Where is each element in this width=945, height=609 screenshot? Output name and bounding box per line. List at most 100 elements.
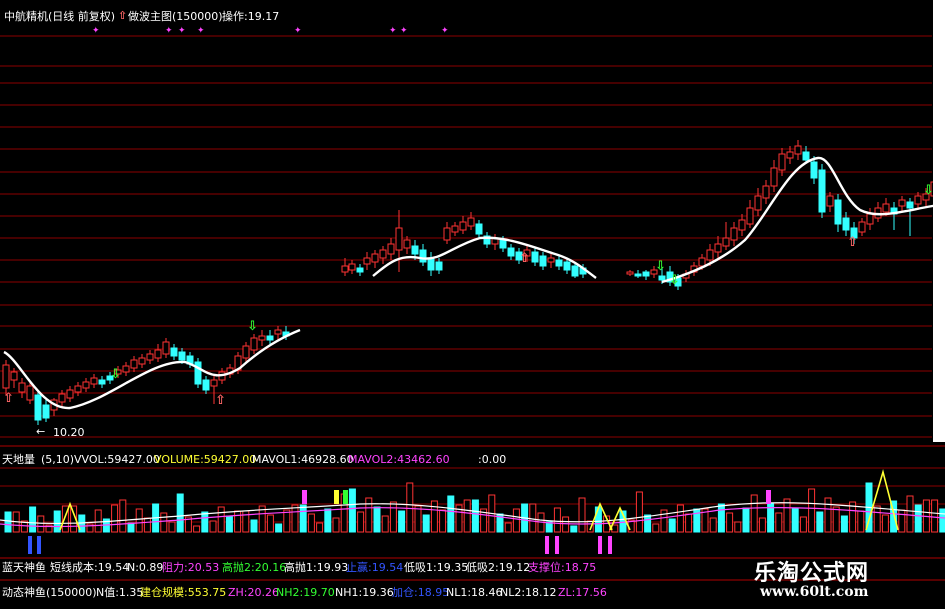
candle-body — [34, 394, 42, 421]
volume-bar — [553, 507, 561, 533]
candle-body — [810, 161, 818, 179]
candle-body — [834, 199, 842, 225]
volume-bar — [529, 503, 537, 533]
candle-body — [154, 349, 162, 359]
highlight-bar — [766, 490, 771, 504]
signal-pillar — [598, 536, 602, 554]
candle-body — [363, 257, 371, 265]
volume-bar — [578, 497, 586, 533]
volume-bar — [316, 522, 324, 533]
stats-row1-name[interactable]: 蓝天神鱼 — [2, 561, 46, 574]
volume-bar — [201, 511, 209, 533]
highlight-bar — [343, 490, 348, 504]
signal-pillar — [28, 536, 32, 554]
sell-arrow-icon: ⇩ — [655, 259, 666, 274]
candle-body — [42, 404, 50, 419]
volume-bar — [381, 515, 389, 533]
candle-body — [547, 257, 555, 263]
candle-body — [794, 145, 802, 155]
candle-body — [722, 237, 730, 247]
candle-body — [459, 221, 467, 231]
signal-pillar — [555, 536, 559, 554]
volume-bar — [111, 504, 119, 533]
candle-body — [507, 247, 515, 257]
indicator-name[interactable]: 做波主图(150000) — [128, 10, 223, 23]
low-buy-2: 低吸2:19.12 — [466, 561, 531, 574]
volume-bar — [783, 498, 791, 533]
volume-panel-name[interactable]: 天地量 — [2, 453, 35, 466]
volume-bar — [283, 509, 291, 533]
mavol2-value: MAVOL2:43462.60 — [348, 453, 450, 466]
candle-body — [403, 239, 411, 249]
buy-arrow-icon: ⇧ — [519, 251, 530, 266]
volume-bar — [685, 513, 693, 533]
candle-body — [194, 361, 202, 385]
volume-bar — [193, 525, 201, 533]
candle-body — [395, 227, 403, 251]
buy-arrow-icon: ⇧ — [215, 393, 226, 408]
candle-body — [730, 227, 738, 241]
candle-body — [826, 195, 834, 207]
candle-body — [427, 257, 435, 271]
volume-bar — [307, 513, 315, 533]
candle-body — [706, 249, 714, 261]
volume-bar — [644, 514, 652, 533]
signal-pillar — [545, 536, 549, 554]
candle-body — [882, 203, 890, 213]
signal-marker: ✦ — [92, 26, 100, 36]
buy-arrow-icon: ⇧ — [847, 235, 858, 250]
candle-body — [371, 253, 379, 263]
signal-marker: ✦ — [294, 26, 302, 36]
volume-bar — [29, 506, 37, 533]
candle-body — [658, 275, 666, 281]
volume-bar — [357, 511, 365, 533]
candle-body — [786, 151, 794, 159]
sell-arrow-icon: ⇩ — [247, 319, 258, 334]
volume-bar — [471, 499, 479, 533]
highlight-bar — [302, 490, 307, 504]
candle-body — [58, 393, 66, 403]
low-buy-1: 低吸1:19.35 — [404, 561, 469, 574]
candle-body — [210, 379, 218, 387]
nl1-value: NL1:18.46 — [446, 586, 503, 599]
signal-marker: ✦ — [389, 26, 397, 36]
volume-bar — [389, 501, 397, 533]
candle-body — [250, 337, 258, 351]
candle-body — [906, 201, 914, 209]
volume-bar — [881, 514, 889, 533]
candle-body — [202, 379, 210, 391]
high-sell-2: 高抛2:20.16 — [222, 561, 287, 574]
candle-body — [778, 153, 786, 171]
volume-bar — [275, 523, 283, 533]
chart-canvas[interactable]: ✦ ✦ ✦ ✦ ✦ ✦ ✦ ✦⇧ ⇧⇧⇧⇩⇩⇩⇩⇩ — [0, 0, 945, 609]
volume-bar — [873, 505, 881, 533]
volume-bar — [931, 499, 939, 533]
watermark-title: 乐淘公式网 — [754, 561, 870, 586]
candle-body — [18, 382, 26, 393]
volume-bar — [758, 517, 766, 533]
stats-row2-name[interactable]: 动态神鱼(150000) — [2, 586, 97, 599]
candle-body — [419, 249, 427, 263]
volume-bar — [422, 514, 430, 533]
candle-body — [451, 225, 459, 233]
candle-body — [258, 335, 266, 341]
candle-body — [274, 329, 282, 335]
candle-body — [341, 265, 349, 273]
volume-bar — [447, 495, 455, 533]
short-cost: 短线成本:19.54 — [50, 561, 130, 574]
volume-bar — [898, 509, 906, 533]
volume-bar — [570, 525, 578, 533]
volume-bar — [726, 512, 734, 533]
candle-body — [467, 217, 475, 227]
add-position: 加仓:18.95 — [392, 586, 450, 599]
candle-body — [898, 199, 906, 207]
candle-body — [698, 257, 706, 267]
signal-pillar — [37, 536, 41, 554]
candle-body — [746, 207, 754, 225]
volume-bar — [562, 516, 570, 533]
resistance: 阻力:20.53 — [162, 561, 220, 574]
candle-body — [626, 271, 634, 275]
volume-bar — [225, 515, 233, 533]
volume-bar — [742, 507, 750, 533]
n-value: N:0.89 — [127, 561, 164, 574]
